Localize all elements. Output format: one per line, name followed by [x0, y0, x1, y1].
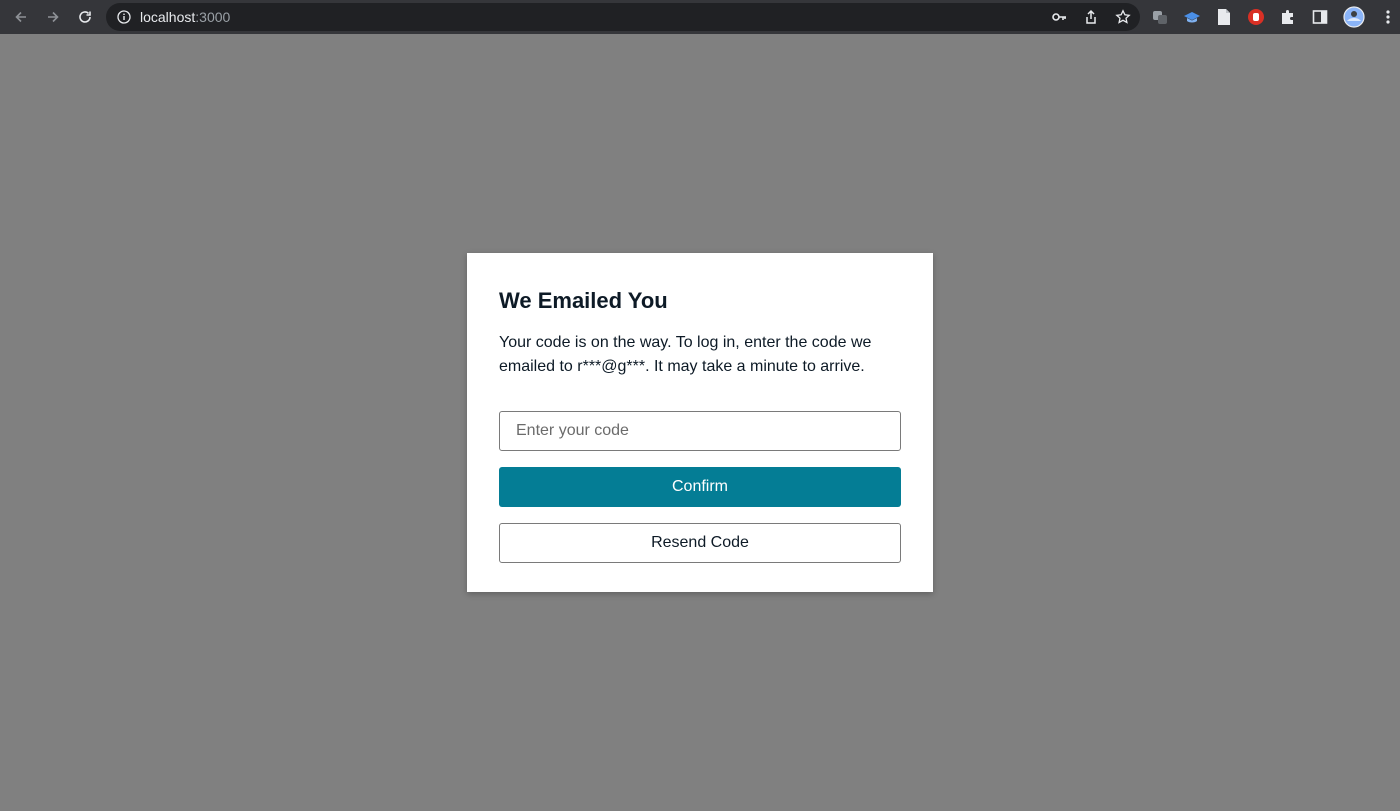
- star-icon[interactable]: [1114, 8, 1132, 26]
- translate-extension-icon[interactable]: [1150, 7, 1170, 27]
- stop-hand-extension-icon[interactable]: [1246, 7, 1266, 27]
- url-port: :3000: [195, 9, 231, 25]
- back-button[interactable]: [6, 2, 36, 32]
- reload-button[interactable]: [70, 2, 100, 32]
- info-icon[interactable]: [116, 9, 132, 25]
- document-extension-icon[interactable]: [1214, 7, 1234, 27]
- dialog-title: We Emailed You: [499, 288, 668, 313]
- address-bar[interactable]: localhost:3000: [106, 3, 1140, 31]
- profile-avatar[interactable]: [1342, 5, 1366, 29]
- omnibox-actions: [1050, 3, 1132, 31]
- url-host: localhost: [140, 9, 196, 25]
- confirm-button[interactable]: Confirm: [499, 467, 901, 507]
- arrow-left-icon: [15, 11, 26, 23]
- reload-icon: [79, 11, 91, 23]
- side-panel-icon[interactable]: [1310, 7, 1330, 27]
- extensions-bar: [1150, 0, 1398, 34]
- browser-toolbar: localhost:3000: [0, 0, 1400, 34]
- puzzle-icon[interactable]: [1278, 7, 1298, 27]
- kebab-menu-icon[interactable]: [1378, 7, 1398, 27]
- resend-code-button[interactable]: Resend Code: [499, 523, 901, 563]
- arrow-right-icon: [48, 11, 59, 23]
- graduation-cap-extension-icon[interactable]: [1182, 7, 1202, 27]
- dialog-message: Your code is on the way. To log in, ente…: [499, 334, 872, 375]
- key-icon[interactable]: [1050, 8, 1068, 26]
- verification-dialog: We Emailed You Your code is on the way. …: [467, 253, 933, 592]
- code-input[interactable]: [499, 411, 901, 451]
- url-text[interactable]: localhost:3000: [140, 9, 230, 25]
- forward-button[interactable]: [38, 2, 68, 32]
- share-icon[interactable]: [1082, 8, 1100, 26]
